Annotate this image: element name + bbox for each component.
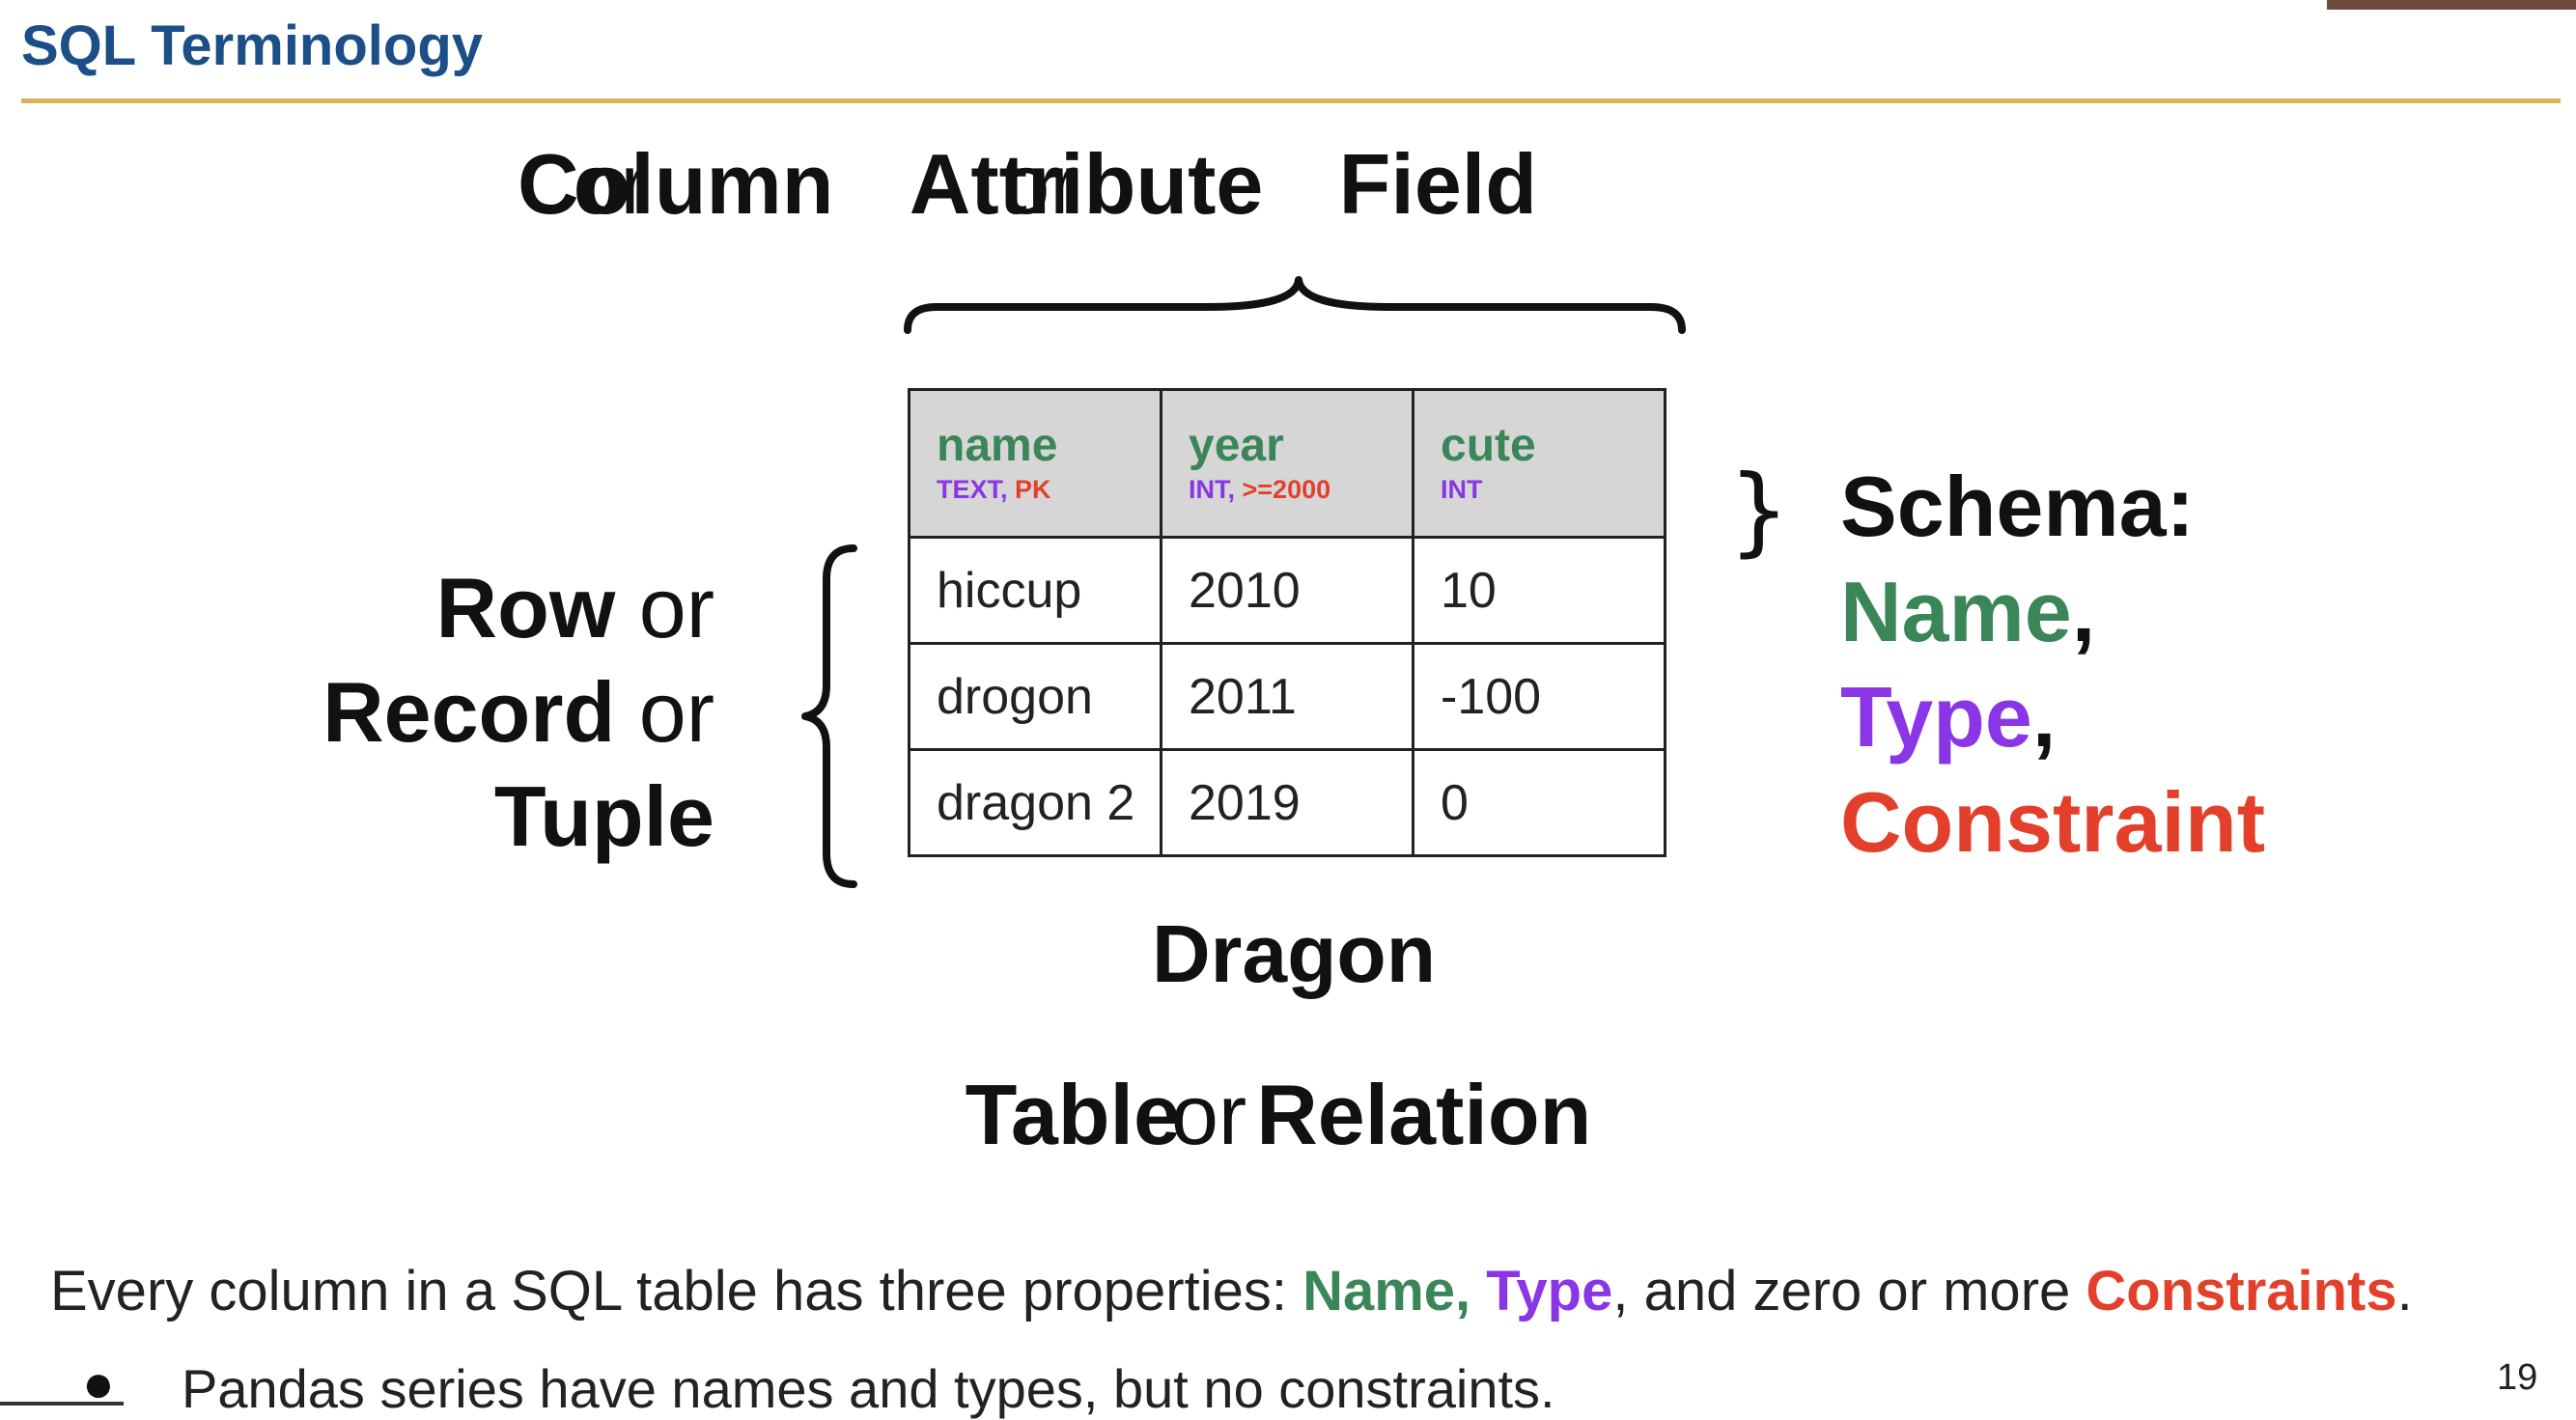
schema-brace-icon: } <box>1728 454 1790 567</box>
table-cell: 0 <box>1412 748 1666 857</box>
table-cell: dragon 2 <box>908 748 1162 857</box>
table-cell: 10 <box>1412 536 1666 645</box>
or-word: or <box>615 664 714 760</box>
video-thumbnail-strip <box>2327 0 2576 10</box>
column-type: INT <box>1441 475 1483 504</box>
table-cell: 2019 <box>1160 748 1414 857</box>
header-cell-year: year INT, >=2000 <box>1160 388 1414 539</box>
column-type: INT <box>1189 475 1228 504</box>
attribute-word: Attribute <box>909 136 1264 232</box>
or-word: or <box>1002 136 1078 232</box>
type-term: Type <box>1486 1260 1613 1323</box>
schema-title: Schema: <box>1840 459 2195 554</box>
table-cell: hiccup <box>908 536 1162 645</box>
table-name-label: Dragon <box>1152 908 1436 999</box>
or-word: or <box>615 560 714 655</box>
or-word: or <box>573 136 649 232</box>
column-name: year <box>1189 420 1284 471</box>
title-divider <box>21 98 2561 103</box>
dragon-table: name TEXT, PK year INT, >=2000 cute INT … <box>908 388 1666 857</box>
bullet-text: Pandas series have names and types, but … <box>182 1358 1555 1419</box>
relation-heading: Table or Relation <box>0 1066 2576 1164</box>
table-cell: 2010 <box>1160 536 1414 645</box>
relation-word: Relation <box>1256 1067 1592 1162</box>
table-row: dragon 2 2019 0 <box>908 748 1666 857</box>
schema-type: Type <box>1840 669 2032 765</box>
constraints-term: Constraints <box>2086 1260 2397 1323</box>
table-row: hiccup 2010 10 <box>908 536 1666 645</box>
record-word: Record <box>322 664 616 760</box>
table-cell: -100 <box>1412 642 1666 751</box>
row-word: Row <box>435 560 616 655</box>
tuple-word: Tuple <box>493 768 714 864</box>
table-cell: drogon <box>908 642 1162 751</box>
schema-label: Schema: Name, Type, Constraint <box>1840 454 2265 875</box>
column-type: TEXT <box>937 475 1001 504</box>
column-constraint: >=2000 <box>1242 475 1331 504</box>
column-heading: Column or Attribute or Field <box>0 135 2576 234</box>
table-header-row: name TEXT, PK year INT, >=2000 cute INT <box>908 388 1666 539</box>
header-cell-name: name TEXT, PK <box>908 388 1162 539</box>
column-brace-icon <box>904 276 1686 334</box>
column-constraint: PK <box>1015 475 1051 504</box>
or-word: or <box>1170 1067 1247 1162</box>
schema-constraint: Constraint <box>1840 774 2265 870</box>
progress-line <box>0 1402 124 1406</box>
page-number: 19 <box>2497 1357 2538 1398</box>
table-cell: 2011 <box>1160 642 1414 751</box>
table-row: drogon 2011 -100 <box>908 642 1666 751</box>
column-name: name <box>937 420 1058 471</box>
column-name: cute <box>1441 420 1536 471</box>
body-sentence: Every column in a SQL table has three pr… <box>50 1260 2413 1323</box>
name-term: Name, <box>1302 1260 1471 1323</box>
table-word: Table <box>965 1067 1181 1162</box>
column-word: Column <box>518 136 834 232</box>
row-brace-icon <box>801 544 857 888</box>
slide-title: SQL Terminology <box>21 14 484 77</box>
field-word: Field <box>1338 136 1537 232</box>
schema-name: Name <box>1840 564 2072 659</box>
header-cell-cute: cute INT <box>1412 388 1666 539</box>
row-heading: Row or Record or Tuple <box>322 556 714 869</box>
